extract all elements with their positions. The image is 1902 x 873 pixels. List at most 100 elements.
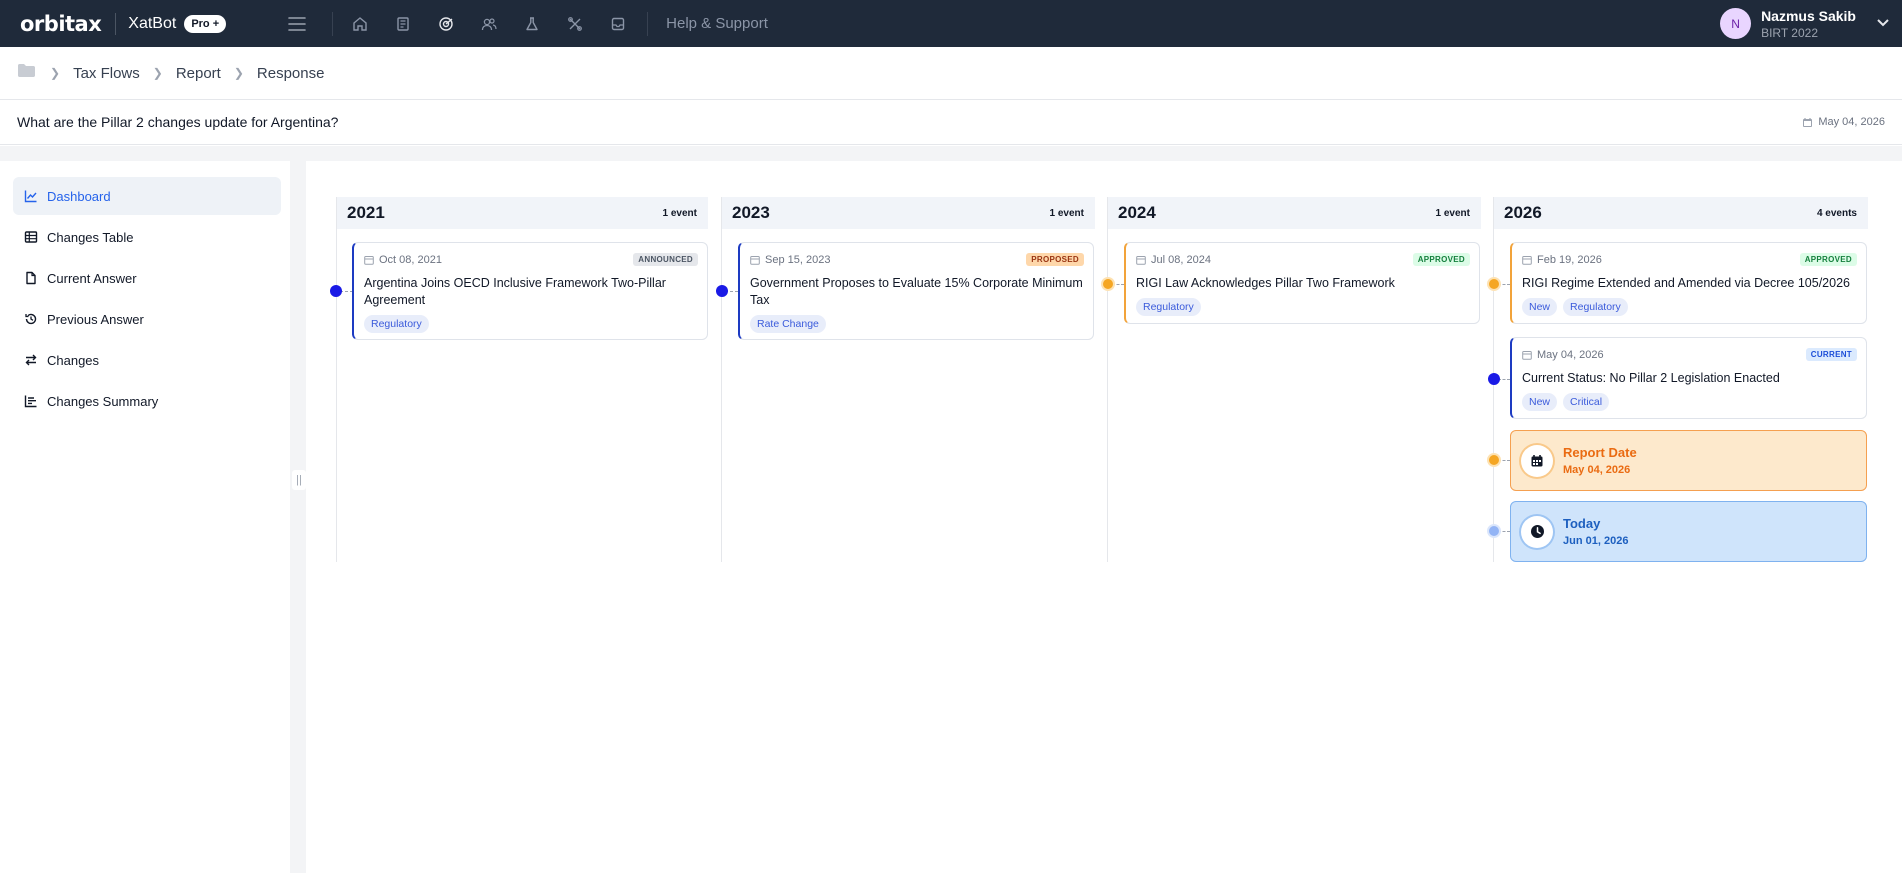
target-icon[interactable] <box>433 11 459 37</box>
chevron-right-icon: ❯ <box>152 66 163 80</box>
status-badge: ANNOUNCED <box>633 253 698 266</box>
clock-icon <box>1521 515 1553 548</box>
tag: Regulatory <box>364 315 429 333</box>
sidebar-item-label: Dashboard <box>47 188 111 204</box>
report-date-value: May 04, 2026 <box>1563 464 1631 476</box>
today-label: Today <box>1563 516 1601 531</box>
breadcrumb-tax-flows[interactable]: Tax Flows <box>73 65 140 82</box>
timeline-dot <box>1487 277 1501 291</box>
inbox-icon[interactable] <box>605 11 631 37</box>
sidebar-item-dashboard[interactable]: Dashboard <box>13 177 281 215</box>
year-header: 2021 1 event <box>337 197 708 229</box>
sidebar-item-label: Current Answer <box>47 270 137 286</box>
calendar-icon <box>1522 256 1532 265</box>
tag: Critical <box>1563 393 1610 411</box>
event-card[interactable]: Jul 08, 2024 APPROVED RIGI Law Acknowled… <box>1124 242 1480 324</box>
timeline-dot <box>1487 524 1501 538</box>
table-icon <box>24 231 38 243</box>
sidebar-item-label: Changes Summary <box>47 393 159 409</box>
brand: orbitax XatBot Pro + <box>20 12 227 36</box>
breadcrumb-report[interactable]: Report <box>176 65 221 82</box>
timeline-dot <box>1101 277 1115 291</box>
event-date-text: Sep 15, 2023 <box>765 254 831 266</box>
book-icon[interactable] <box>390 11 416 37</box>
calendar-icon <box>1803 117 1813 127</box>
calendar-icon <box>1521 444 1553 477</box>
timeline-dot <box>1487 453 1501 467</box>
event-tags: Rate Change <box>750 315 826 333</box>
year-label: 2023 <box>732 203 770 222</box>
event-count: 1 event <box>1049 207 1084 219</box>
event-date: Feb 19, 2026 <box>1522 254 1602 266</box>
event-title: Government Proposes to Evaluate 15% Corp… <box>750 276 1083 307</box>
chevron-right-icon: ❯ <box>233 66 244 80</box>
sidebar-collapse-handle[interactable]: || <box>292 470 306 490</box>
history-icon <box>25 313 37 325</box>
status-badge: CURRENT <box>1805 348 1857 361</box>
event-date: May 04, 2026 <box>1522 349 1604 361</box>
hamburger-menu-icon[interactable] <box>284 11 310 37</box>
calendar-icon <box>1136 256 1146 265</box>
tag: Regulatory <box>1136 298 1201 316</box>
sidebar-item-changes-summary[interactable]: Changes Summary <box>13 382 281 420</box>
query-text: What are the Pillar 2 changes update for… <box>17 114 339 130</box>
event-tags: Regulatory <box>364 315 429 333</box>
event-date: Sep 15, 2023 <box>750 254 830 266</box>
folder-icon[interactable] <box>17 63 36 83</box>
chevron-right-icon: ❯ <box>50 66 61 80</box>
nav-icon-group <box>347 11 631 37</box>
status-badge: PROPOSED <box>1026 253 1084 266</box>
report-date-card: Report Date May 04, 2026 <box>1510 430 1867 491</box>
timeline-dot <box>1488 373 1500 385</box>
document-icon <box>26 271 36 285</box>
avatar[interactable]: N <box>1720 8 1752 39</box>
sidebar-item-previous-answer[interactable]: Previous Answer <box>13 300 281 338</box>
sidebar-item-current-answer[interactable]: Current Answer <box>13 259 281 297</box>
year-header: 2023 1 event <box>722 197 1095 229</box>
sidebar-item-changes-table[interactable]: Changes Table <box>13 218 281 256</box>
plan-badge: Pro + <box>184 14 227 33</box>
year-label: 2024 <box>1118 203 1156 222</box>
year-header: 2026 4 events <box>1494 197 1868 229</box>
user-menu[interactable]: N Nazmus Sakib BIRT 2022 <box>1720 0 1892 47</box>
event-date-text: Jul 08, 2024 <box>1151 254 1211 266</box>
sidebar-item-changes[interactable]: Changes <box>13 341 281 379</box>
bar-chart-icon <box>24 395 37 408</box>
chart-line-icon <box>24 190 37 203</box>
event-date: Jul 08, 2024 <box>1136 254 1211 266</box>
tools-icon[interactable] <box>562 11 588 37</box>
event-tags: New Critical <box>1522 393 1610 411</box>
event-card[interactable]: May 04, 2026 CURRENT Current Status: No … <box>1510 337 1867 419</box>
today-date: Jun 01, 2026 <box>1563 535 1629 547</box>
event-date-text: Feb 19, 2026 <box>1537 254 1602 266</box>
orbitax-logo[interactable]: orbitax <box>20 12 102 36</box>
event-card[interactable]: Oct 08, 2021 ANNOUNCED Argentina Joins O… <box>352 242 708 340</box>
event-card[interactable]: Sep 15, 2023 PROPOSED Government Propose… <box>738 242 1094 340</box>
timeline-dot <box>330 285 342 297</box>
sidebar-item-label: Changes <box>47 352 100 368</box>
event-title: Current Status: No Pillar 2 Legislation … <box>1522 371 1780 385</box>
event-card[interactable]: Feb 19, 2026 APPROVED RIGI Regime Extend… <box>1510 242 1867 324</box>
event-title: RIGI Law Acknowledges Pillar Two Framewo… <box>1136 276 1395 290</box>
event-date: Oct 08, 2021 <box>364 254 442 266</box>
event-tags: New Regulatory <box>1522 298 1628 316</box>
top-navbar: orbitax XatBot Pro + Help & Support N Na… <box>0 0 1902 47</box>
help-support-link[interactable]: Help & Support <box>666 15 768 32</box>
swap-icon <box>25 354 37 366</box>
event-date-text: May 04, 2026 <box>1537 349 1604 361</box>
event-tags: Regulatory <box>1136 298 1201 316</box>
event-date-text: Oct 08, 2021 <box>379 254 442 266</box>
calendar-icon <box>1522 351 1532 360</box>
year-header: 2024 1 event <box>1108 197 1481 229</box>
users-icon[interactable] <box>476 11 502 37</box>
calendar-icon <box>750 256 760 265</box>
flask-icon[interactable] <box>519 11 545 37</box>
query-header: What are the Pillar 2 changes update for… <box>0 100 1902 145</box>
sidebar-item-label: Changes Table <box>47 229 134 245</box>
home-icon[interactable] <box>347 11 373 37</box>
chevron-down-icon[interactable] <box>1876 15 1892 33</box>
breadcrumb-response: Response <box>256 64 325 82</box>
status-badge: APPROVED <box>1799 253 1857 266</box>
user-subtitle: BIRT 2022 <box>1761 25 1818 40</box>
query-date: May 04, 2026 <box>1802 116 1885 128</box>
